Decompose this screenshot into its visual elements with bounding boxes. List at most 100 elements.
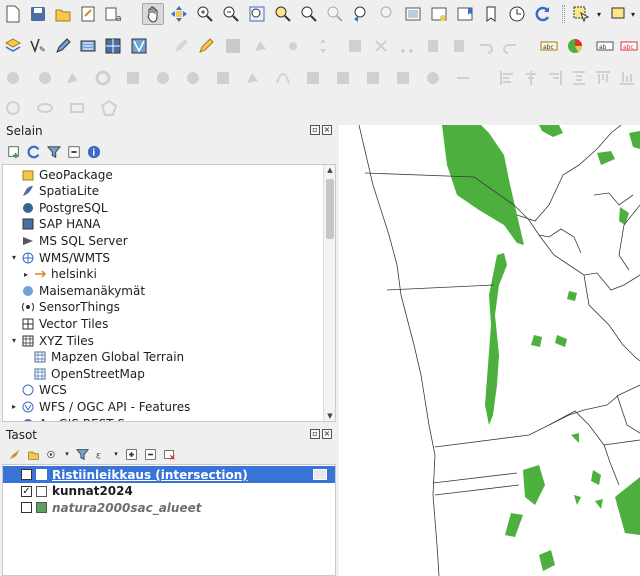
browser-item[interactable]: PostgreSQL <box>3 199 108 216</box>
copy-icon[interactable] <box>422 35 444 57</box>
layer-styling-icon[interactable] <box>6 446 22 462</box>
delete-selected-icon[interactable] <box>370 35 392 57</box>
split-features-icon[interactable] <box>302 67 324 89</box>
reshape-icon[interactable] <box>242 67 264 89</box>
float-icon[interactable]: ▫ <box>310 429 320 439</box>
deselect-icon[interactable] <box>608 3 630 25</box>
layer-symbol-swatch[interactable] <box>36 502 47 513</box>
add-selected-icon[interactable] <box>6 144 22 160</box>
diagram-icon[interactable] <box>564 35 586 57</box>
add-raster-icon[interactable] <box>77 35 99 57</box>
modify-attributes-icon[interactable] <box>344 35 366 57</box>
layer-visibility-checkbox[interactable]: ✓ <box>21 485 32 497</box>
browser-item[interactable]: MS SQL Server <box>3 232 128 249</box>
expand-arrow-icon[interactable]: ▸ <box>21 270 31 279</box>
zoom-in-icon[interactable] <box>194 3 216 25</box>
zoom-out-icon[interactable] <box>220 3 242 25</box>
polygon-icon[interactable] <box>98 97 120 119</box>
save-project-icon[interactable] <box>27 3 49 25</box>
digitize-icon[interactable]: ✎ <box>27 35 49 57</box>
bookmark-icon[interactable] <box>480 3 502 25</box>
browser-item[interactable]: ▾ WMS/WMTS <box>3 249 110 266</box>
layer-symbol-swatch[interactable] <box>36 485 47 497</box>
align-bottom-icon[interactable] <box>616 67 638 89</box>
vertex-tool-icon[interactable] <box>282 35 304 57</box>
cut-icon[interactable] <box>396 35 418 57</box>
add-layer-icon[interactable] <box>2 35 24 57</box>
distribute-icon[interactable] <box>568 67 590 89</box>
pan-to-selection-icon[interactable] <box>168 3 190 25</box>
measure-icon[interactable] <box>2 67 24 89</box>
browser-item[interactable]: OpenStreetMap <box>3 365 145 382</box>
float-icon[interactable]: ▫ <box>310 125 320 135</box>
zoom-full-icon[interactable] <box>246 3 268 25</box>
edit-icon[interactable] <box>170 35 192 57</box>
manage-theme-icon[interactable] <box>44 446 60 462</box>
chevron-down-icon[interactable]: ▾ <box>594 3 604 25</box>
browser-item[interactable]: ▾ XYZ Tiles <box>3 332 94 349</box>
layer-item[interactable]: ✓ Ristiinleikkaus (intersection) <box>3 466 335 483</box>
paste-icon[interactable] <box>448 35 470 57</box>
info-icon[interactable]: i <box>86 144 102 160</box>
add-vector-icon[interactable] <box>128 35 150 57</box>
refresh-icon[interactable] <box>532 3 554 25</box>
undo-icon[interactable] <box>474 35 496 57</box>
move-feature-icon[interactable] <box>312 35 334 57</box>
remove-layer-icon[interactable] <box>161 446 177 462</box>
layer-visibility-checkbox[interactable]: ✓ <box>21 469 32 480</box>
save-edits-icon[interactable] <box>222 35 244 57</box>
browser-item[interactable]: ▸ ArcGIS REST Servers <box>3 415 163 421</box>
expand-arrow-icon[interactable]: ▸ <box>9 402 19 411</box>
offset-curve-icon[interactable] <box>272 67 294 89</box>
collapse-all-icon[interactable] <box>66 144 82 160</box>
align-left-icon[interactable] <box>496 67 518 89</box>
layout-manager-icon[interactable] <box>77 3 99 25</box>
browser-item[interactable]: SensorThings <box>3 299 120 316</box>
add-part-icon[interactable] <box>122 67 144 89</box>
browser-item[interactable]: ▸ helsinki <box>3 266 97 283</box>
split-parts-icon[interactable] <box>332 67 354 89</box>
close-icon[interactable]: × <box>322 429 332 439</box>
circle-icon[interactable] <box>2 97 24 119</box>
add-ring-icon[interactable] <box>92 67 114 89</box>
layer-item[interactable]: natura2000sac_alueet <box>3 499 335 516</box>
fill-ring-icon[interactable] <box>152 67 174 89</box>
new-bookmark-icon[interactable] <box>428 3 450 25</box>
add-group-icon[interactable] <box>25 446 41 462</box>
filter-legend-icon[interactable] <box>74 446 90 462</box>
style-manager-icon[interactable]: a <box>102 3 124 25</box>
browser-item[interactable]: WCS <box>3 382 67 399</box>
zoom-next-icon[interactable] <box>376 3 398 25</box>
rotate-symbols-icon[interactable] <box>422 67 444 89</box>
layer-item[interactable]: ✓ kunnat2024 <box>3 483 335 500</box>
chevron-down-icon[interactable]: ▾ <box>112 446 120 462</box>
browser-item[interactable]: Vector Tiles <box>3 315 108 332</box>
layer-visibility-checkbox[interactable] <box>21 502 32 513</box>
browser-item[interactable]: GeoPackage <box>3 166 113 183</box>
delete-part-icon[interactable] <box>212 67 234 89</box>
align-center-icon[interactable] <box>520 67 542 89</box>
reverse-line-icon[interactable] <box>452 67 474 89</box>
ellipse-icon[interactable] <box>34 97 56 119</box>
expand-arrow-icon[interactable]: ▾ <box>9 336 19 345</box>
rectangle-icon[interactable] <box>66 97 88 119</box>
browser-item[interactable]: SpatiaLite <box>3 183 99 200</box>
label-icon[interactable]: abc <box>538 35 560 57</box>
open-attribute-table-icon[interactable] <box>313 469 327 480</box>
map-canvas[interactable] <box>339 125 640 576</box>
merge-attributes-icon[interactable] <box>392 67 414 89</box>
rotate-icon[interactable] <box>34 67 56 89</box>
close-icon[interactable]: × <box>322 125 332 135</box>
zoom-to-selection-icon[interactable] <box>272 3 294 25</box>
label-pin-icon[interactable]: abc <box>618 35 640 57</box>
browser-item[interactable]: Mapzen Global Terrain <box>3 349 184 366</box>
refresh-icon[interactable] <box>26 144 42 160</box>
browser-item[interactable]: ▸ WFS / OGC API - Features <box>3 398 190 415</box>
open-project-icon[interactable] <box>52 3 74 25</box>
pencil-icon[interactable] <box>52 35 74 57</box>
redo-icon[interactable] <box>500 35 522 57</box>
toggle-edit-icon[interactable] <box>195 35 217 57</box>
new-project-icon[interactable] <box>2 3 24 25</box>
browser-item[interactable]: SAP HANA <box>3 216 101 233</box>
filter-expression-icon[interactable]: ε <box>93 446 109 462</box>
